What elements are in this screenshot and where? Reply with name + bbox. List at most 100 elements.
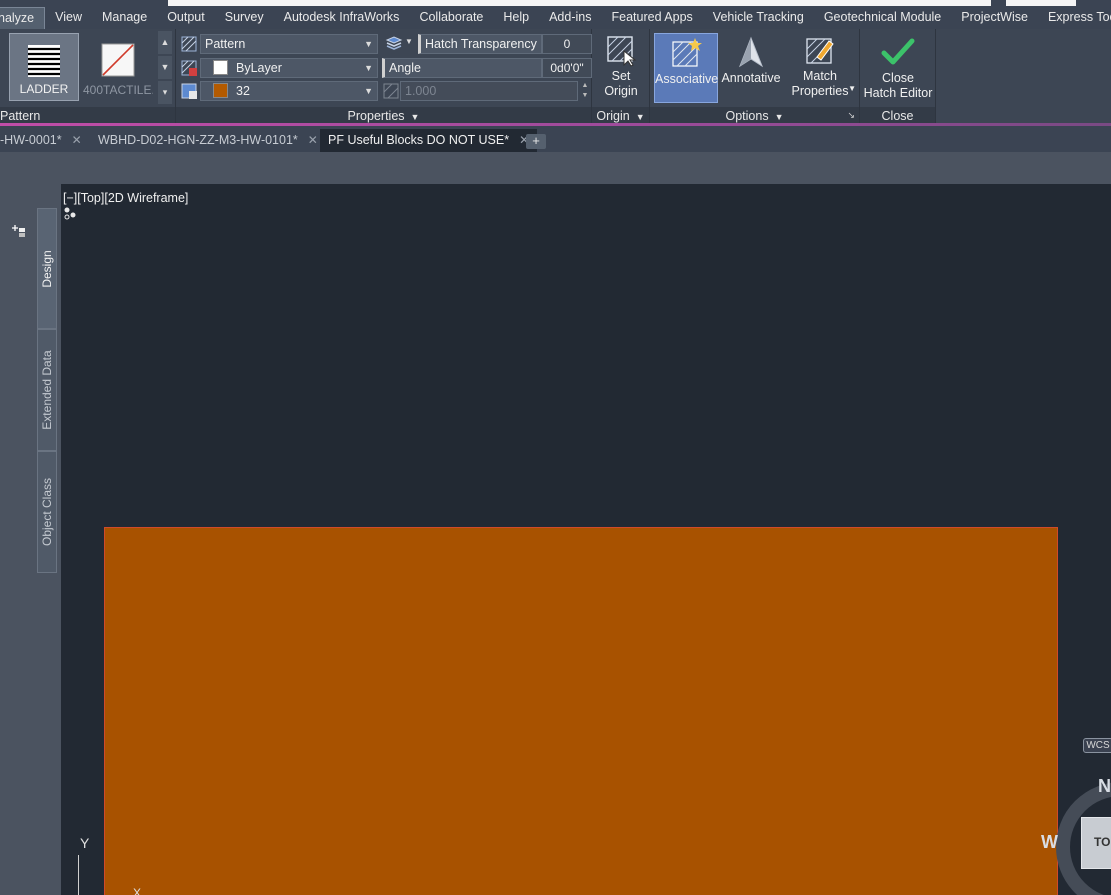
new-tab-button[interactable]: +	[526, 134, 546, 149]
hatch-color-dropdown[interactable]: ByLayer ▼	[200, 58, 378, 78]
pattern-tactile-tile[interactable]: 400TACTILE...	[83, 33, 153, 101]
transparency-field[interactable]: Hatch Transparency	[418, 34, 542, 54]
scale-spinner[interactable]: ▲ ▼	[580, 81, 590, 101]
ribbon-tab-featured-apps[interactable]: Featured Apps	[601, 7, 702, 29]
search-field-strip[interactable]	[168, 0, 991, 6]
pattern-gallery-scroll[interactable]: ▲ ▼ ▾	[158, 31, 172, 105]
orange-swatch	[213, 83, 228, 98]
ribbon-tab-vehicle-tracking[interactable]: Vehicle Tracking	[703, 7, 814, 29]
palette-tab-design[interactable]: Design	[37, 208, 57, 329]
ribbon-panel: LADDER 400TACTILE... ▲ ▼ ▾ Pattern Patte…	[0, 29, 1111, 125]
viewport-controls-label[interactable]: [−][Top][2D Wireframe]	[63, 191, 188, 205]
palette-tab-extended-data[interactable]: Extended Data	[37, 329, 57, 451]
match-properties-button[interactable]: Match Properties ▼	[786, 33, 856, 103]
ladder-pattern-icon	[28, 45, 60, 77]
hatch-type-icon	[181, 36, 197, 52]
gallery-expand-icon[interactable]: ▾	[158, 81, 172, 104]
doc-tab[interactable]: WBHD-D02-HGN-ZZ-M3-HW-0101* ✕	[90, 129, 326, 152]
white-swatch	[213, 60, 228, 75]
chevron-down-icon: ▼	[364, 63, 373, 73]
ucs-y-axis-label: Y	[80, 835, 90, 851]
close-panel: Close Hatch Editor Close	[860, 29, 936, 125]
user-field-strip[interactable]	[1006, 0, 1076, 6]
ribbon-tab-geotechnical[interactable]: Geotechnical Module	[814, 7, 951, 29]
properties-title-text: Properties	[347, 109, 405, 123]
doc-tab-active[interactable]: PF Useful Blocks DO NOT USE* ✕	[320, 129, 538, 152]
compass-north-label[interactable]: N	[1098, 776, 1111, 797]
associative-button[interactable]: Associative	[654, 33, 718, 103]
close-hatch-editor-label: Close Hatch Editor	[863, 71, 933, 100]
chevron-down-icon: ▼	[364, 39, 373, 49]
wcs-menu-button[interactable]: WCS	[1083, 738, 1111, 753]
ribbon-empty-area	[936, 29, 1111, 125]
ribbon-tab-bar: nalyze View Manage Output Survey Autodes…	[0, 7, 1111, 29]
pattern-tactile-label: 400TACTILE...	[83, 83, 153, 97]
ucs-x-axis-label: X	[133, 886, 142, 895]
set-origin-button[interactable]: Set Origin	[594, 33, 648, 103]
close-icon[interactable]: ✕	[308, 133, 318, 147]
set-origin-label: Set Origin	[604, 69, 638, 98]
hatch-type-dropdown[interactable]: Pattern ▼	[200, 34, 378, 54]
origin-title-text: Origin	[596, 109, 630, 123]
viewcube-top-face[interactable]: TO	[1081, 817, 1111, 869]
checkmark-icon	[881, 38, 915, 65]
pattern-ladder-tile[interactable]: LADDER	[9, 33, 79, 101]
layer-chevron-down-icon[interactable]: ▼	[405, 37, 413, 46]
properties-panel: Pattern ▼ ▼ Hatch Transparency 0 ByLayer…	[176, 29, 592, 125]
gallery-down-icon[interactable]: ▼	[158, 56, 172, 79]
viewport-sync-icon	[64, 207, 76, 220]
close-hatch-editor-button[interactable]: Close Hatch Editor	[862, 33, 934, 103]
drawing-viewport[interactable]: [−][Top][2D Wireframe] Y X TO N W WCS	[61, 184, 1111, 895]
palette-properties-icon[interactable]	[10, 221, 28, 239]
hatch-fill-region[interactable]	[104, 527, 1058, 895]
angle-value[interactable]: 0d0'0"	[542, 58, 592, 78]
layer-stack-icon[interactable]	[385, 35, 403, 53]
associative-icon	[672, 38, 702, 67]
ribbon-tab-infraworks[interactable]: Autodesk InfraWorks	[274, 7, 410, 29]
hatch-color-value: ByLayer	[236, 61, 282, 75]
ribbon-tab-manage[interactable]: Manage	[92, 7, 157, 29]
ribbon-tab-projectwise[interactable]: ProjectWise	[951, 7, 1038, 29]
angle-label: Angle	[389, 61, 421, 75]
ribbon-tab-analyze[interactable]: nalyze	[0, 7, 46, 29]
annotative-label: Annotative	[721, 71, 781, 85]
dialog-launcher-icon[interactable]: ↘	[847, 106, 855, 124]
ribbon-tab-help[interactable]: Help	[493, 7, 539, 29]
palette-tab-object-class[interactable]: Object Class	[37, 451, 57, 573]
ribbon-tab-collaborate[interactable]: Collaborate	[409, 7, 493, 29]
compass-west-label[interactable]: W	[1041, 832, 1058, 853]
doc-tab-label: PF Useful Blocks DO NOT USE*	[328, 133, 510, 147]
hatch-scale-icon	[383, 83, 399, 99]
doc-tab-label: WBHD-D02-HGN-ZZ-M3-HW-0101*	[98, 133, 298, 147]
background-color-row: 32 ▼ 1.000 ▲ ▼	[180, 81, 588, 101]
ribbon-tab-express-tools[interactable]: Express Tools	[1038, 7, 1111, 29]
set-origin-icon	[607, 36, 637, 67]
palette-tab-design-label: Design	[40, 249, 54, 288]
tool-palette: Design Extended Data Object Class	[0, 184, 61, 895]
doc-tab-label: -HW-0001*	[0, 133, 62, 147]
chevron-down-icon: ▼	[364, 86, 373, 96]
ribbon-tab-add-ins[interactable]: Add-ins	[539, 7, 601, 29]
transparency-value[interactable]: 0	[542, 34, 592, 54]
ribbon-tab-view[interactable]: View	[45, 7, 92, 29]
palette-tab-object-class-label: Object Class	[40, 477, 54, 547]
close-icon[interactable]: ✕	[72, 133, 82, 147]
background-color-icon	[181, 83, 197, 99]
hatch-type-row: Pattern ▼ ▼ Hatch Transparency 0	[180, 34, 592, 54]
background-color-dropdown[interactable]: 32 ▼	[200, 81, 378, 101]
hatch-color-row: ByLayer ▼ Angle 0d0'0"	[180, 58, 592, 78]
angle-field[interactable]: Angle	[382, 58, 542, 78]
ribbon-tab-output[interactable]: Output	[157, 7, 215, 29]
doc-tab[interactable]: -HW-0001* ✕	[0, 129, 90, 152]
chevron-down-icon[interactable]: ▼	[848, 81, 856, 96]
transparency-label: Hatch Transparency	[425, 37, 537, 51]
match-properties-icon	[806, 38, 834, 64]
ribbon-tab-survey[interactable]: Survey	[215, 7, 274, 29]
palette-tab-extended-data-label: Extended Data	[40, 350, 54, 430]
tactile-pattern-icon	[101, 43, 135, 77]
gallery-up-icon[interactable]: ▲	[158, 31, 172, 54]
options-title-text: Options	[725, 109, 769, 123]
hatch-scale-field: 1.000	[400, 81, 578, 101]
annotative-button[interactable]: Annotative	[720, 33, 782, 103]
match-properties-label: Match Properties	[791, 69, 849, 98]
